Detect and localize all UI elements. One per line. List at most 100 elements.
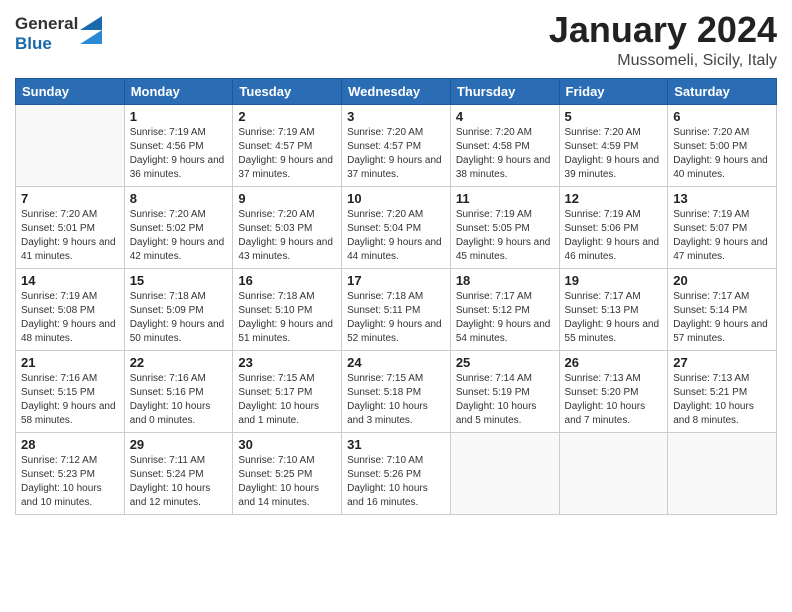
day-number: 4 bbox=[456, 109, 554, 124]
day-number: 17 bbox=[347, 273, 445, 288]
calendar-cell: 6 Sunrise: 7:20 AM Sunset: 5:00 PM Dayli… bbox=[668, 104, 777, 186]
daylight: Daylight: 9 hours and 48 minutes. bbox=[21, 318, 119, 346]
sunrise: Sunrise: 7:10 AM bbox=[347, 454, 445, 468]
calendar-cell: 21 Sunrise: 7:16 AM Sunset: 5:15 PM Dayl… bbox=[16, 350, 125, 432]
sunset: Sunset: 5:15 PM bbox=[21, 386, 119, 400]
sunset: Sunset: 5:13 PM bbox=[565, 304, 663, 318]
sunrise: Sunrise: 7:14 AM bbox=[456, 372, 554, 386]
calendar-cell: 24 Sunrise: 7:15 AM Sunset: 5:18 PM Dayl… bbox=[342, 350, 451, 432]
sunset: Sunset: 5:16 PM bbox=[130, 386, 228, 400]
calendar-cell: 13 Sunrise: 7:19 AM Sunset: 5:07 PM Dayl… bbox=[668, 186, 777, 268]
sunrise: Sunrise: 7:11 AM bbox=[130, 454, 228, 468]
calendar-cell: 9 Sunrise: 7:20 AM Sunset: 5:03 PM Dayli… bbox=[233, 186, 342, 268]
day-info: Sunrise: 7:20 AM Sunset: 5:00 PM Dayligh… bbox=[673, 126, 771, 182]
sunset: Sunset: 5:21 PM bbox=[673, 386, 771, 400]
calendar-cell: 22 Sunrise: 7:16 AM Sunset: 5:16 PM Dayl… bbox=[124, 350, 233, 432]
calendar-cell: 20 Sunrise: 7:17 AM Sunset: 5:14 PM Dayl… bbox=[668, 268, 777, 350]
day-number: 27 bbox=[673, 355, 771, 370]
sunrise: Sunrise: 7:18 AM bbox=[130, 290, 228, 304]
sunset: Sunset: 5:19 PM bbox=[456, 386, 554, 400]
day-info: Sunrise: 7:16 AM Sunset: 5:15 PM Dayligh… bbox=[21, 372, 119, 428]
day-info: Sunrise: 7:19 AM Sunset: 4:57 PM Dayligh… bbox=[238, 126, 336, 182]
col-friday: Friday bbox=[559, 78, 668, 104]
sunrise: Sunrise: 7:15 AM bbox=[347, 372, 445, 386]
sunset: Sunset: 4:56 PM bbox=[130, 140, 228, 154]
day-number: 6 bbox=[673, 109, 771, 124]
sunset: Sunset: 4:59 PM bbox=[565, 140, 663, 154]
daylight: Daylight: 9 hours and 51 minutes. bbox=[238, 318, 336, 346]
sunset: Sunset: 5:09 PM bbox=[130, 304, 228, 318]
sunset: Sunset: 5:00 PM bbox=[673, 140, 771, 154]
sunrise: Sunrise: 7:20 AM bbox=[238, 208, 336, 222]
day-number: 20 bbox=[673, 273, 771, 288]
calendar-week-row: 14 Sunrise: 7:19 AM Sunset: 5:08 PM Dayl… bbox=[16, 268, 777, 350]
day-number: 9 bbox=[238, 191, 336, 206]
daylight: Daylight: 9 hours and 39 minutes. bbox=[565, 154, 663, 182]
daylight: Daylight: 9 hours and 36 minutes. bbox=[130, 154, 228, 182]
day-number: 19 bbox=[565, 273, 663, 288]
daylight: Daylight: 10 hours and 0 minutes. bbox=[130, 400, 228, 428]
sunrise: Sunrise: 7:19 AM bbox=[456, 208, 554, 222]
month-title: January 2024 bbox=[549, 10, 777, 50]
calendar-cell: 30 Sunrise: 7:10 AM Sunset: 5:25 PM Dayl… bbox=[233, 432, 342, 514]
col-wednesday: Wednesday bbox=[342, 78, 451, 104]
calendar-cell bbox=[450, 432, 559, 514]
sunrise: Sunrise: 7:17 AM bbox=[673, 290, 771, 304]
daylight: Daylight: 9 hours and 58 minutes. bbox=[21, 400, 119, 428]
sunset: Sunset: 5:01 PM bbox=[21, 222, 119, 236]
sunset: Sunset: 5:07 PM bbox=[673, 222, 771, 236]
sunrise: Sunrise: 7:20 AM bbox=[347, 126, 445, 140]
calendar-cell: 8 Sunrise: 7:20 AM Sunset: 5:02 PM Dayli… bbox=[124, 186, 233, 268]
day-number: 25 bbox=[456, 355, 554, 370]
daylight: Daylight: 9 hours and 43 minutes. bbox=[238, 236, 336, 264]
calendar-cell: 26 Sunrise: 7:13 AM Sunset: 5:20 PM Dayl… bbox=[559, 350, 668, 432]
daylight: Daylight: 10 hours and 12 minutes. bbox=[130, 482, 228, 510]
day-number: 10 bbox=[347, 191, 445, 206]
calendar-cell: 29 Sunrise: 7:11 AM Sunset: 5:24 PM Dayl… bbox=[124, 432, 233, 514]
page: General Blue January 2024 Mussomeli, Sic… bbox=[0, 0, 792, 612]
calendar-cell: 14 Sunrise: 7:19 AM Sunset: 5:08 PM Dayl… bbox=[16, 268, 125, 350]
sunset: Sunset: 5:04 PM bbox=[347, 222, 445, 236]
daylight: Daylight: 9 hours and 44 minutes. bbox=[347, 236, 445, 264]
daylight: Daylight: 10 hours and 1 minute. bbox=[238, 400, 336, 428]
day-info: Sunrise: 7:16 AM Sunset: 5:16 PM Dayligh… bbox=[130, 372, 228, 428]
day-number: 30 bbox=[238, 437, 336, 452]
day-info: Sunrise: 7:20 AM Sunset: 5:02 PM Dayligh… bbox=[130, 208, 228, 264]
day-number: 24 bbox=[347, 355, 445, 370]
daylight: Daylight: 9 hours and 46 minutes. bbox=[565, 236, 663, 264]
sunset: Sunset: 5:10 PM bbox=[238, 304, 336, 318]
day-number: 7 bbox=[21, 191, 119, 206]
logo: General Blue bbox=[15, 10, 102, 54]
daylight: Daylight: 9 hours and 47 minutes. bbox=[673, 236, 771, 264]
day-info: Sunrise: 7:13 AM Sunset: 5:21 PM Dayligh… bbox=[673, 372, 771, 428]
col-sunday: Sunday bbox=[16, 78, 125, 104]
calendar-cell: 11 Sunrise: 7:19 AM Sunset: 5:05 PM Dayl… bbox=[450, 186, 559, 268]
daylight: Daylight: 9 hours and 40 minutes. bbox=[673, 154, 771, 182]
calendar-cell: 23 Sunrise: 7:15 AM Sunset: 5:17 PM Dayl… bbox=[233, 350, 342, 432]
calendar-week-row: 7 Sunrise: 7:20 AM Sunset: 5:01 PM Dayli… bbox=[16, 186, 777, 268]
day-number: 12 bbox=[565, 191, 663, 206]
sunrise: Sunrise: 7:16 AM bbox=[130, 372, 228, 386]
sunrise: Sunrise: 7:19 AM bbox=[130, 126, 228, 140]
sunrise: Sunrise: 7:20 AM bbox=[565, 126, 663, 140]
day-info: Sunrise: 7:11 AM Sunset: 5:24 PM Dayligh… bbox=[130, 454, 228, 510]
sunrise: Sunrise: 7:20 AM bbox=[130, 208, 228, 222]
day-info: Sunrise: 7:19 AM Sunset: 4:56 PM Dayligh… bbox=[130, 126, 228, 182]
day-info: Sunrise: 7:13 AM Sunset: 5:20 PM Dayligh… bbox=[565, 372, 663, 428]
daylight: Daylight: 9 hours and 45 minutes. bbox=[456, 236, 554, 264]
daylight: Daylight: 10 hours and 16 minutes. bbox=[347, 482, 445, 510]
sunrise: Sunrise: 7:13 AM bbox=[565, 372, 663, 386]
calendar-table: Sunday Monday Tuesday Wednesday Thursday… bbox=[15, 78, 777, 515]
header-row: Sunday Monday Tuesday Wednesday Thursday… bbox=[16, 78, 777, 104]
calendar-cell: 7 Sunrise: 7:20 AM Sunset: 5:01 PM Dayli… bbox=[16, 186, 125, 268]
daylight: Daylight: 10 hours and 8 minutes. bbox=[673, 400, 771, 428]
day-info: Sunrise: 7:15 AM Sunset: 5:17 PM Dayligh… bbox=[238, 372, 336, 428]
title-area: January 2024 Mussomeli, Sicily, Italy bbox=[549, 10, 777, 70]
sunrise: Sunrise: 7:19 AM bbox=[565, 208, 663, 222]
calendar-cell: 10 Sunrise: 7:20 AM Sunset: 5:04 PM Dayl… bbox=[342, 186, 451, 268]
sunset: Sunset: 5:23 PM bbox=[21, 468, 119, 482]
day-number: 5 bbox=[565, 109, 663, 124]
sunrise: Sunrise: 7:18 AM bbox=[347, 290, 445, 304]
day-number: 14 bbox=[21, 273, 119, 288]
day-info: Sunrise: 7:19 AM Sunset: 5:08 PM Dayligh… bbox=[21, 290, 119, 346]
